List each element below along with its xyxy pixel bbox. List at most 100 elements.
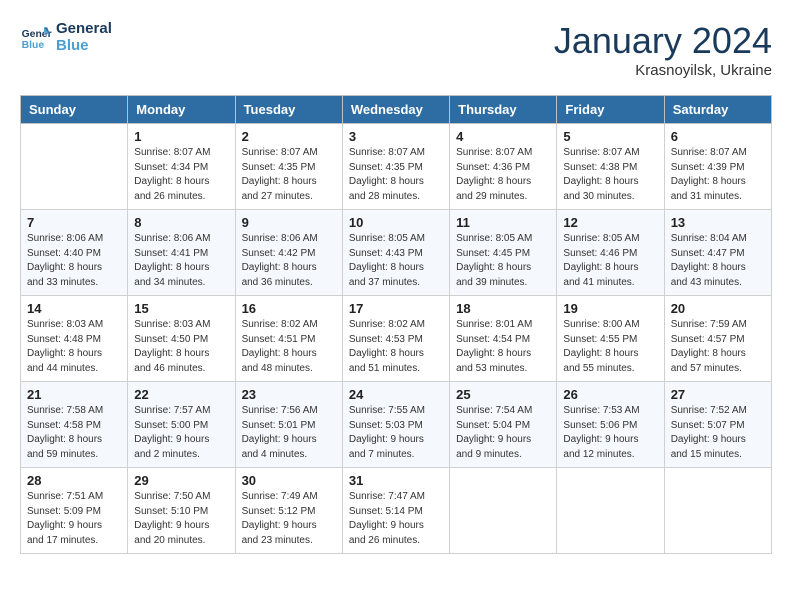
calendar-cell: 27Sunrise: 7:52 AMSunset: 5:07 PMDayligh… <box>664 382 771 468</box>
calendar-cell: 30Sunrise: 7:49 AMSunset: 5:12 PMDayligh… <box>235 468 342 554</box>
weekday-header-saturday: Saturday <box>664 96 771 124</box>
day-number: 20 <box>671 301 765 316</box>
weekday-header-sunday: Sunday <box>21 96 128 124</box>
day-info: Sunrise: 8:07 AMSunset: 4:35 PMDaylight:… <box>349 146 443 204</box>
day-number: 8 <box>134 215 228 230</box>
calendar-cell <box>450 468 557 554</box>
day-info: Sunrise: 7:50 AMSunset: 5:10 PMDaylight:… <box>134 490 228 548</box>
calendar-cell: 31 Sunrise: 7:47 AMSunset: 5:14 PMDayligh… <box>342 468 449 554</box>
day-info: Sunrise: 8:03 AMSunset: 4:50 PMDaylight:… <box>134 318 228 376</box>
calendar-cell: 2 Sunrise: 8:07 AMSunset: 4:35 PMDaylight… <box>235 124 342 210</box>
day-number: 14 <box>27 301 121 316</box>
day-number: 16 <box>242 301 336 316</box>
day-info: Sunrise: 8:03 AMSunset: 4:48 PMDaylight:… <box>27 318 121 376</box>
calendar-cell: 29 Sunrise: 7:50 AMSunset: 5:10 PMDayligh… <box>128 468 235 554</box>
calendar-cell: 6 Sunrise: 8:07 AMSunset: 4:39 PMDaylight… <box>664 124 771 210</box>
day-number: 22 <box>134 387 228 402</box>
day-number: 10 <box>349 215 443 230</box>
calendar-cell: 3 Sunrise: 8:07 AMSunset: 4:35 PMDaylight… <box>342 124 449 210</box>
day-info: Sunrise: 7:55 AMSunset: 5:03 PMDaylight:… <box>349 404 443 462</box>
calendar-cell: 26 Sunrise: 7:53 AMSunset: 5:06 PMDayligh… <box>557 382 664 468</box>
day-number: 21 <box>27 387 121 402</box>
day-number: 24 <box>349 387 443 402</box>
day-info: Sunrise: 8:07 AMSunset: 4:36 PMDaylight:… <box>456 146 550 204</box>
calendar-cell: 9 Sunrise: 8:06 AMSunset: 4:42 PMDaylight… <box>235 210 342 296</box>
page-header: General Blue General Blue January 2024 K… <box>20 20 772 79</box>
day-info: Sunrise: 7:58 AMSunset: 4:58 PMDaylight:… <box>27 404 121 462</box>
calendar: SundayMondayTuesdayWednesdayThursdayFrid… <box>20 95 772 554</box>
calendar-cell: 8 Sunrise: 8:06 AMSunset: 4:41 PMDaylight… <box>128 210 235 296</box>
day-number: 18 <box>456 301 550 316</box>
day-number: 6 <box>671 129 765 144</box>
day-number: 11 <box>456 215 550 230</box>
day-number: 2 <box>242 129 336 144</box>
calendar-cell: 24 Sunrise: 7:55 AMSunset: 5:03 PMDayligh… <box>342 382 449 468</box>
week-row-3: 14 Sunrise: 8:03 AMSunset: 4:48 PMDayligh… <box>21 296 772 382</box>
day-number: 25 <box>456 387 550 402</box>
weekday-header-thursday: Thursday <box>450 96 557 124</box>
weekday-header-wednesday: Wednesday <box>342 96 449 124</box>
week-row-2: 7Sunrise: 8:06 AMSunset: 4:40 PMDaylight… <box>21 210 772 296</box>
calendar-cell: 21 Sunrise: 7:58 AMSunset: 4:58 PMDayligh… <box>21 382 128 468</box>
day-info: Sunrise: 7:56 AMSunset: 5:01 PMDaylight:… <box>242 404 336 462</box>
calendar-cell: 11 Sunrise: 8:05 AMSunset: 4:45 PMDayligh… <box>450 210 557 296</box>
day-number: 3 <box>349 129 443 144</box>
day-number: 28 <box>27 473 121 488</box>
day-info: Sunrise: 8:00 AMSunset: 4:55 PMDaylight:… <box>563 318 657 376</box>
calendar-cell <box>21 124 128 210</box>
day-number: 23 <box>242 387 336 402</box>
day-info: Sunrise: 8:02 AMSunset: 4:51 PMDaylight:… <box>242 318 336 376</box>
calendar-cell: 13 Sunrise: 8:04 AMSunset: 4:47 PMDayligh… <box>664 210 771 296</box>
calendar-cell: 1 Sunrise: 8:07 AMSunset: 4:34 PMDaylight… <box>128 124 235 210</box>
logo: General Blue General Blue <box>20 20 112 54</box>
calendar-cell: 10 Sunrise: 8:05 AMSunset: 4:43 PMDayligh… <box>342 210 449 296</box>
day-number: 13 <box>671 215 765 230</box>
calendar-cell: 12Sunrise: 8:05 AMSunset: 4:46 PMDayligh… <box>557 210 664 296</box>
day-number: 15 <box>134 301 228 316</box>
day-number: 17 <box>349 301 443 316</box>
day-info: Sunrise: 7:47 AMSunset: 5:14 PMDaylight:… <box>349 490 443 548</box>
day-info: Sunrise: 7:59 AMSunset: 4:57 PMDaylight:… <box>671 318 765 376</box>
day-number: 5 <box>563 129 657 144</box>
day-info: Sunrise: 7:54 AMSunset: 5:04 PMDaylight:… <box>456 404 550 462</box>
day-info: Sunrise: 8:04 AMSunset: 4:47 PMDaylight:… <box>671 232 765 290</box>
calendar-cell: 16 Sunrise: 8:02 AMSunset: 4:51 PMDayligh… <box>235 296 342 382</box>
day-number: 19 <box>563 301 657 316</box>
day-info: Sunrise: 8:06 AMSunset: 4:42 PMDaylight:… <box>242 232 336 290</box>
day-number: 31 <box>349 473 443 488</box>
calendar-cell: 17Sunrise: 8:02 AMSunset: 4:53 PMDayligh… <box>342 296 449 382</box>
logo-general: General <box>56 20 112 37</box>
day-info: Sunrise: 7:53 AMSunset: 5:06 PMDaylight:… <box>563 404 657 462</box>
calendar-cell: 15 Sunrise: 8:03 AMSunset: 4:50 PMDayligh… <box>128 296 235 382</box>
calendar-cell: 25 Sunrise: 7:54 AMSunset: 5:04 PMDayligh… <box>450 382 557 468</box>
calendar-cell <box>664 468 771 554</box>
day-info: Sunrise: 7:52 AMSunset: 5:07 PMDaylight:… <box>671 404 765 462</box>
day-info: Sunrise: 8:05 AMSunset: 4:45 PMDaylight:… <box>456 232 550 290</box>
day-number: 4 <box>456 129 550 144</box>
calendar-cell: 28 Sunrise: 7:51 AMSunset: 5:09 PMDayligh… <box>21 468 128 554</box>
week-row-1: 1 Sunrise: 8:07 AMSunset: 4:34 PMDaylight… <box>21 124 772 210</box>
day-number: 30 <box>242 473 336 488</box>
day-info: Sunrise: 8:07 AMSunset: 4:34 PMDaylight:… <box>134 146 228 204</box>
day-info: Sunrise: 8:01 AMSunset: 4:54 PMDaylight:… <box>456 318 550 376</box>
calendar-cell: 7Sunrise: 8:06 AMSunset: 4:40 PMDaylight… <box>21 210 128 296</box>
day-info: Sunrise: 8:06 AMSunset: 4:41 PMDaylight:… <box>134 232 228 290</box>
week-row-4: 21 Sunrise: 7:58 AMSunset: 4:58 PMDayligh… <box>21 382 772 468</box>
day-info: Sunrise: 7:51 AMSunset: 5:09 PMDaylight:… <box>27 490 121 548</box>
calendar-cell: 4 Sunrise: 8:07 AMSunset: 4:36 PMDaylight… <box>450 124 557 210</box>
day-number: 26 <box>563 387 657 402</box>
day-number: 1 <box>134 129 228 144</box>
day-info: Sunrise: 8:05 AMSunset: 4:43 PMDaylight:… <box>349 232 443 290</box>
day-number: 29 <box>134 473 228 488</box>
title-block: January 2024 Krasnoyilsk, Ukraine <box>554 20 772 79</box>
month-title: January 2024 <box>554 20 772 62</box>
calendar-cell: 5Sunrise: 8:07 AMSunset: 4:38 PMDaylight… <box>557 124 664 210</box>
day-info: Sunrise: 8:07 AMSunset: 4:35 PMDaylight:… <box>242 146 336 204</box>
day-info: Sunrise: 8:07 AMSunset: 4:39 PMDaylight:… <box>671 146 765 204</box>
day-number: 9 <box>242 215 336 230</box>
svg-text:Blue: Blue <box>22 40 45 51</box>
day-number: 12 <box>563 215 657 230</box>
weekday-header-row: SundayMondayTuesdayWednesdayThursdayFrid… <box>21 96 772 124</box>
logo-icon: General Blue <box>20 21 52 53</box>
calendar-cell <box>557 468 664 554</box>
